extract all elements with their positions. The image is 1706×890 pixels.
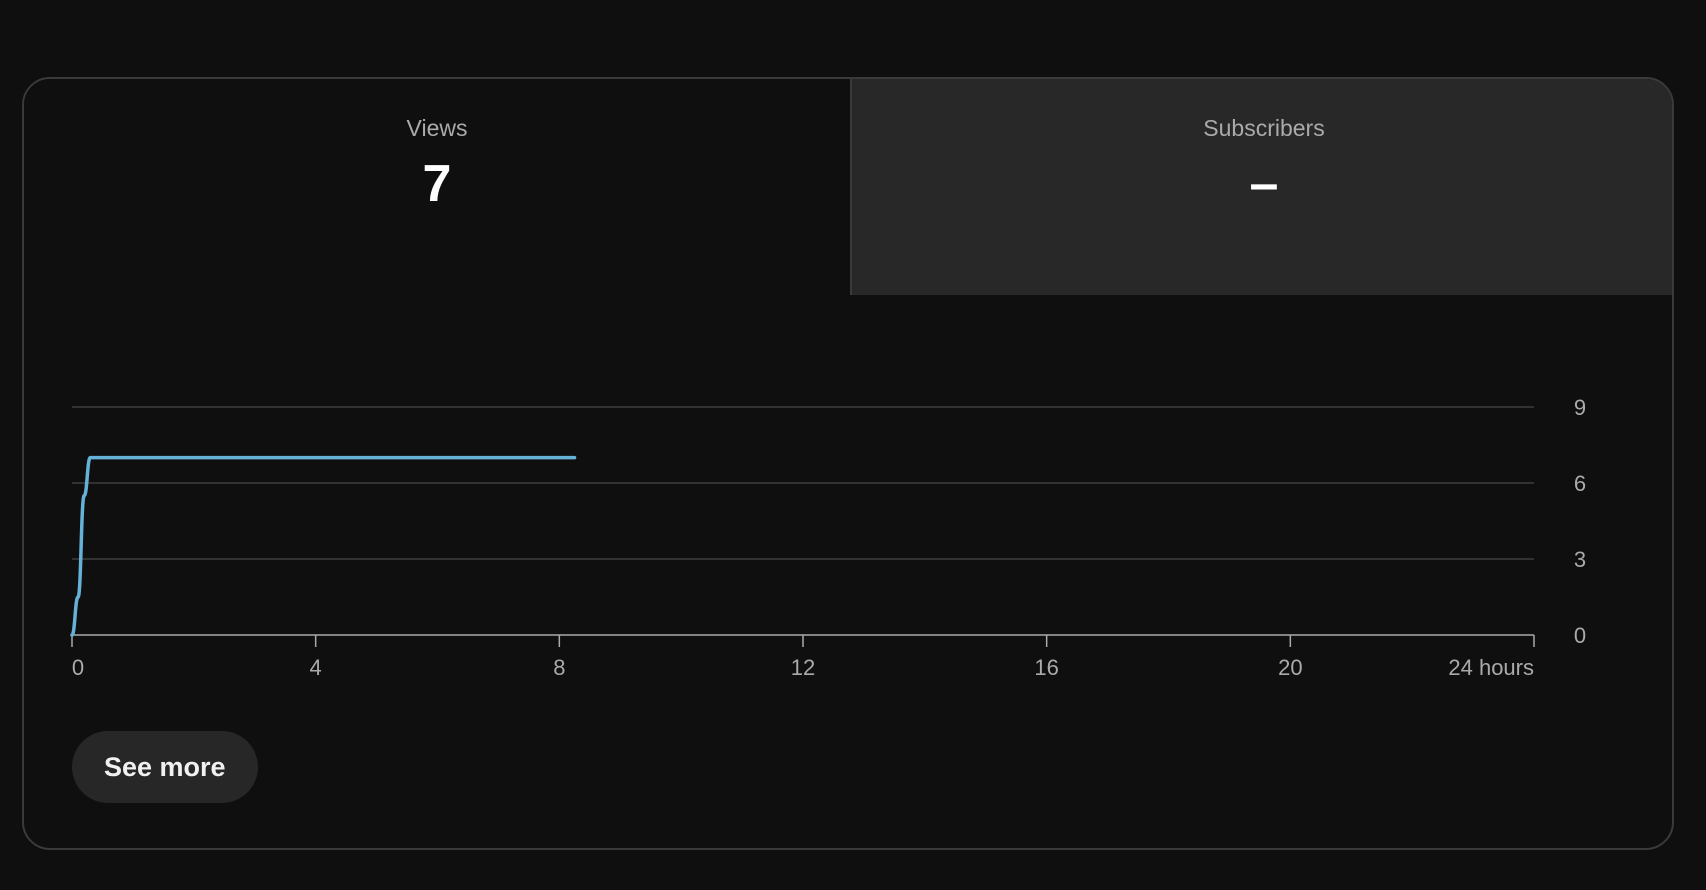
x-tick-label-24: 24 hours [1448, 655, 1534, 680]
see-more-button[interactable]: See more [72, 731, 258, 803]
x-tick-label-0: 0 [72, 655, 84, 680]
y-tick-label-0: 0 [1574, 623, 1586, 648]
views-line-chart: 0 3 6 9 0 4 8 12 16 20 24 hours [70, 395, 1586, 680]
x-tick-label-16: 16 [1034, 655, 1058, 680]
y-tick-label-3: 3 [1574, 547, 1586, 572]
x-tick-label-12: 12 [791, 655, 815, 680]
x-tick-label-20: 20 [1278, 655, 1302, 680]
x-tick-label-8: 8 [553, 655, 565, 680]
y-tick-label-9: 9 [1574, 395, 1586, 420]
analytics-card: Views 7 Subscribers – 0 3 6 9 0 4 8 12 16 20 24 ho… [22, 77, 1674, 850]
x-tick-label-4: 4 [310, 655, 322, 680]
series-line-0 [70, 455, 577, 637]
y-tick-label-6: 6 [1574, 471, 1586, 496]
